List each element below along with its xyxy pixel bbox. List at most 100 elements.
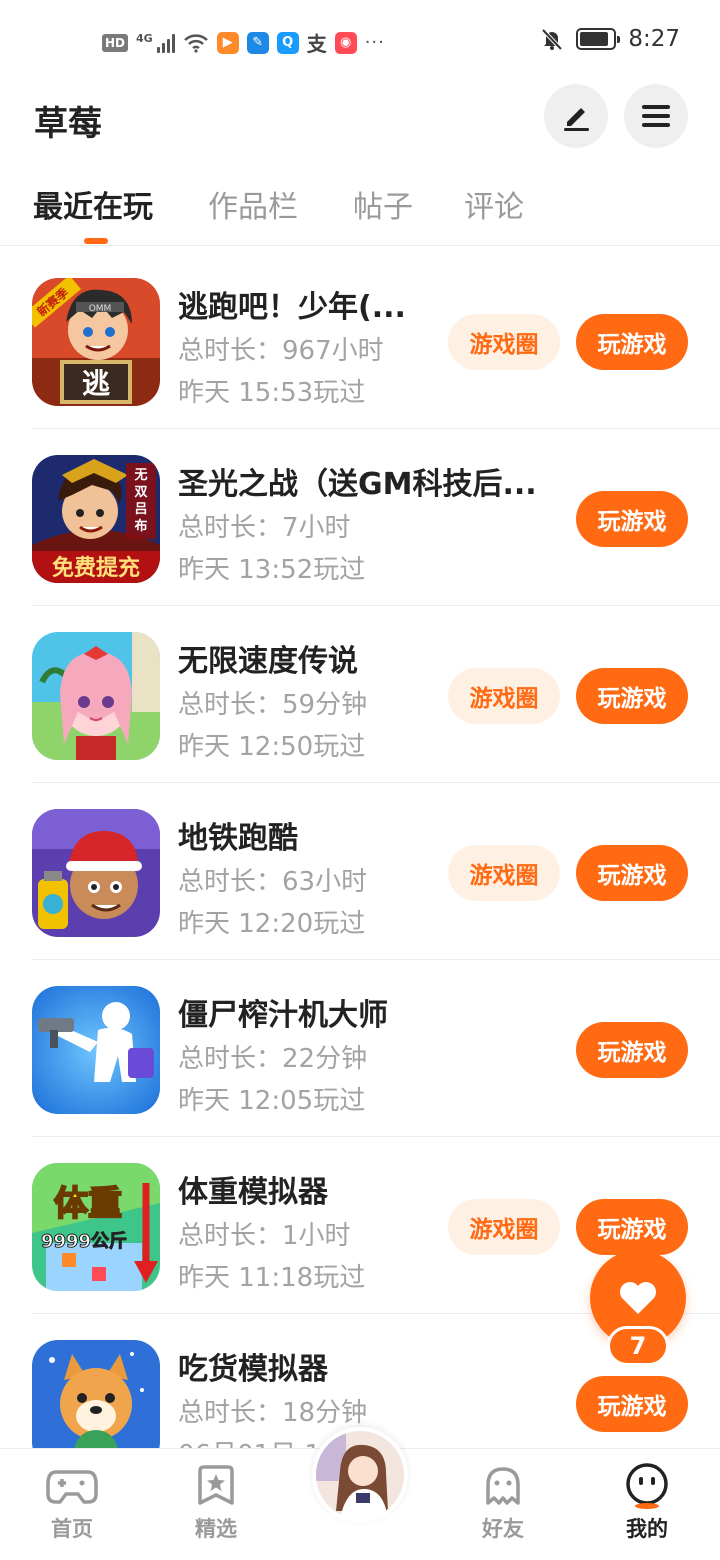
game-name: 地铁跑酷 bbox=[178, 821, 298, 856]
game-last-played: 昨天 12:50玩过 bbox=[178, 732, 366, 762]
speed-legend-game-art bbox=[32, 632, 160, 760]
network-type: 4G bbox=[136, 31, 153, 45]
play-game-button[interactable]: 玩游戏 bbox=[576, 845, 688, 901]
avatar bbox=[316, 1431, 404, 1519]
signal-icon bbox=[156, 33, 175, 53]
game-circle-button[interactable]: 游戏圈 bbox=[448, 845, 560, 901]
battery-fill bbox=[580, 32, 608, 46]
game-icon[interactable]: OMM 逃 新赛季 bbox=[32, 278, 160, 406]
shop-app-icon: ◉ bbox=[334, 31, 357, 54]
wifi-icon bbox=[183, 33, 208, 53]
game-circle-button[interactable]: 游戏圈 bbox=[448, 314, 560, 370]
escape-game-art: OMM 逃 新赛季 bbox=[32, 278, 160, 406]
list-item[interactable]: 僵尸榨汁机大师 总时长：22分钟 昨天 12:05玩过 玩游戏 bbox=[0, 960, 720, 1137]
game-icon[interactable] bbox=[32, 1340, 160, 1448]
edit-button[interactable] bbox=[544, 84, 608, 148]
play-game-button[interactable]: 玩游戏 bbox=[576, 314, 688, 370]
tab-posts[interactable]: 帖子 bbox=[353, 182, 413, 226]
nav-center-avatar-button[interactable] bbox=[312, 1427, 408, 1523]
mute-bell-icon bbox=[541, 28, 563, 51]
game-logo-text: 免费提充 bbox=[52, 555, 140, 581]
tab-recently-played[interactable]: 最近在玩 bbox=[33, 182, 153, 226]
game-duration: 总时长：18分钟 bbox=[178, 1398, 368, 1428]
game-name: 体重模拟器 bbox=[178, 1175, 328, 1210]
heart-icon bbox=[620, 1282, 656, 1314]
menu-button[interactable] bbox=[624, 84, 688, 148]
active-tab-indicator bbox=[84, 238, 108, 244]
list-item[interactable]: OMM 逃 新赛季 逃跑吧！少年(... 总时长：967小时 昨天 15:53玩… bbox=[0, 252, 720, 429]
game-duration: 总时长：59分钟 bbox=[178, 690, 368, 720]
zombie-juicer-game-art bbox=[32, 986, 160, 1114]
play-game-button[interactable]: 玩游戏 bbox=[576, 491, 688, 547]
pen-icon bbox=[564, 108, 589, 131]
play-game-button[interactable]: 玩游戏 bbox=[576, 1022, 688, 1078]
game-last-played: 昨天 11:18玩过 bbox=[178, 1263, 366, 1293]
star-bookmark-icon bbox=[190, 1465, 242, 1507]
game-logo-text: 逃 bbox=[82, 367, 110, 400]
nav-label: 好友 bbox=[482, 1517, 524, 1541]
list-item[interactable]: 无双吕布 免费提充 圣光之战（送GM科技后... 总时长：7小时 昨天 13:5… bbox=[0, 429, 720, 606]
feather-app-icon: ✎ bbox=[246, 31, 269, 54]
weight-simulator-game-art: 体重 9999公斤 bbox=[32, 1163, 160, 1291]
status-left: HD 4G ▶ ✎ Q 支 ◉ ··· bbox=[102, 28, 385, 57]
status-right: 8:27 bbox=[540, 26, 680, 52]
bottom-nav: 首页 精选 好友 我的 bbox=[0, 1427, 720, 1560]
more-notifications-icon: ··· bbox=[364, 32, 385, 53]
nav-item-me[interactable]: 我的 bbox=[602, 1463, 692, 1543]
game-icon[interactable] bbox=[32, 632, 160, 760]
foodie-simulator-game-art bbox=[32, 1340, 160, 1448]
game-icon[interactable] bbox=[32, 809, 160, 937]
hd-indicator: HD bbox=[102, 33, 129, 52]
smiley-face-icon bbox=[621, 1463, 673, 1509]
game-name: 吃货模拟器 bbox=[178, 1352, 328, 1387]
nav-label: 首页 bbox=[51, 1517, 93, 1541]
clock: 8:27 bbox=[628, 26, 680, 52]
subway-surfers-game-art bbox=[32, 809, 160, 937]
game-last-played: 昨天 12:20玩过 bbox=[178, 909, 366, 939]
game-duration: 总时长：22分钟 bbox=[178, 1044, 368, 1074]
like-count: 7 bbox=[607, 1326, 669, 1366]
game-circle-button[interactable]: 游戏圈 bbox=[448, 668, 560, 724]
game-name: 逃跑吧！少年(... bbox=[178, 290, 406, 325]
list-item[interactable]: 地铁跑酷 总时长：63小时 昨天 12:20玩过 游戏圈 玩游戏 bbox=[0, 783, 720, 960]
game-name: 僵尸榨汁机大师 bbox=[178, 998, 388, 1033]
game-logo-text: 9999公斤 bbox=[41, 1231, 127, 1252]
hamburger-icon bbox=[642, 105, 670, 127]
play-game-button[interactable]: 玩游戏 bbox=[576, 668, 688, 724]
play-game-button[interactable]: 玩游戏 bbox=[576, 1199, 688, 1255]
game-last-played: 昨天 13:52玩过 bbox=[178, 555, 366, 585]
tab-bar: 最近在玩 作品栏 帖子 评论 bbox=[0, 178, 720, 246]
game-icon[interactable] bbox=[32, 986, 160, 1114]
play-game-button[interactable]: 玩游戏 bbox=[576, 1376, 688, 1432]
game-icon[interactable]: 无双吕布 免费提充 bbox=[32, 455, 160, 583]
game-duration: 总时长：967小时 bbox=[178, 336, 384, 366]
game-logo-text: OMM bbox=[89, 304, 112, 314]
game-icon[interactable]: 体重 9999公斤 bbox=[32, 1163, 160, 1291]
search-app-icon: Q bbox=[276, 31, 299, 54]
nav-label: 我的 bbox=[626, 1517, 668, 1541]
game-duration: 总时长：1小时 bbox=[178, 1221, 351, 1251]
game-duration: 总时长：7小时 bbox=[178, 513, 351, 543]
list-item[interactable]: 无限速度传说 总时长：59分钟 昨天 12:50玩过 游戏圈 玩游戏 bbox=[0, 606, 720, 783]
alipay-icon: 支 bbox=[306, 32, 327, 56]
nav-label: 精选 bbox=[195, 1517, 237, 1541]
game-circle-button[interactable]: 游戏圈 bbox=[448, 1199, 560, 1255]
nav-item-friends[interactable]: 好友 bbox=[458, 1465, 548, 1543]
game-last-played: 昨天 12:05玩过 bbox=[178, 1086, 366, 1116]
status-bar: HD 4G ▶ ✎ Q 支 ◉ ··· 8:27 bbox=[0, 0, 720, 84]
gamepad-icon bbox=[46, 1465, 98, 1507]
game-logo-text: 体重 bbox=[54, 1184, 122, 1224]
game-name: 无限速度传说 bbox=[178, 644, 358, 679]
holy-war-game-art: 无双吕布 免费提充 bbox=[32, 455, 160, 583]
header: 草莓 bbox=[0, 84, 720, 154]
page-title: 草莓 bbox=[34, 104, 102, 144]
nav-item-featured[interactable]: 精选 bbox=[171, 1465, 261, 1543]
video-app-icon: ▶ bbox=[216, 31, 239, 54]
battery-icon bbox=[576, 28, 621, 50]
game-duration: 总时长：63小时 bbox=[178, 867, 368, 897]
nav-item-home[interactable]: 首页 bbox=[27, 1465, 117, 1543]
ghost-icon bbox=[477, 1465, 529, 1507]
tab-comments[interactable]: 评论 bbox=[464, 182, 524, 226]
game-last-played: 昨天 15:53玩过 bbox=[178, 378, 366, 408]
tab-works[interactable]: 作品栏 bbox=[208, 182, 298, 226]
